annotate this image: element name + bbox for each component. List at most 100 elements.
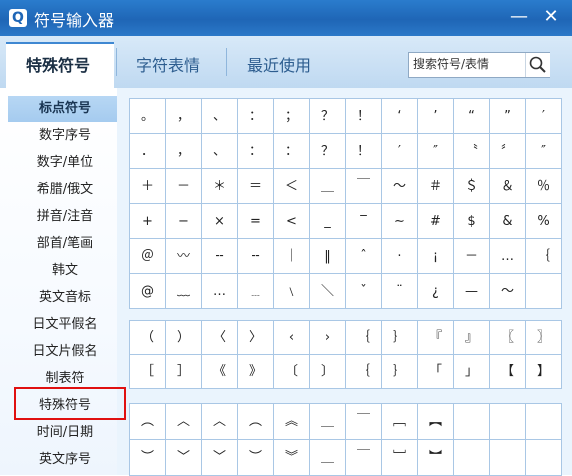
symbol-cell[interactable]: — xyxy=(454,274,490,309)
symbol-cell[interactable]: ﹀ xyxy=(166,440,202,476)
symbol-cell[interactable]: ︵ xyxy=(130,404,166,440)
symbol-cell[interactable]: ＠ xyxy=(130,239,166,274)
symbol-cell[interactable]: ？ xyxy=(310,134,346,169)
symbol-cell[interactable]: 〖 xyxy=(490,321,526,355)
symbol-cell[interactable]: 、 xyxy=(202,134,238,169)
sidebar-item[interactable]: 英文序号 xyxy=(8,447,122,473)
symbol-cell[interactable]: ＿ xyxy=(310,440,346,476)
symbol-cell[interactable]: ％ xyxy=(526,169,562,204)
symbol-cell[interactable]: @ xyxy=(130,274,166,309)
symbol-cell[interactable]: 】 xyxy=(526,355,562,389)
symbol-cell[interactable]: 【 xyxy=(490,355,526,389)
symbol-cell[interactable]: 〜 xyxy=(490,274,526,309)
symbol-cell[interactable]: 《 xyxy=(202,355,238,389)
symbol-cell[interactable]: 〞 xyxy=(490,134,526,169)
symbol-cell[interactable]: 〝 xyxy=(454,134,490,169)
symbol-cell[interactable] xyxy=(526,404,562,440)
symbol-cell[interactable]: ﹏ xyxy=(166,274,202,309)
close-button[interactable]: ✕ xyxy=(540,6,562,28)
symbol-cell[interactable]: 。 xyxy=(130,99,166,134)
symbol-cell[interactable]: ︶ xyxy=(238,440,274,476)
symbol-cell[interactable]: ＿ xyxy=(310,404,346,440)
minimize-button[interactable]: — xyxy=(508,6,530,28)
symbol-cell[interactable]: ＜ xyxy=(274,169,310,204)
symbol-cell[interactable]: ︻ xyxy=(418,404,454,440)
symbol-cell[interactable]: ″ xyxy=(418,134,454,169)
symbol-cell[interactable] xyxy=(526,440,562,476)
symbol-cell[interactable]: ˆ xyxy=(346,239,382,274)
symbol-cell[interactable]: ‹ xyxy=(274,321,310,355)
symbol-cell[interactable]: _ xyxy=(310,204,346,239)
symbol-cell[interactable]: ¨ xyxy=(382,274,418,309)
symbol-cell[interactable]: － xyxy=(166,169,202,204)
symbol-cell[interactable]: ╌ xyxy=(202,239,238,274)
symbol-cell[interactable]: ， xyxy=(166,99,202,134)
symbol-cell[interactable] xyxy=(454,404,490,440)
symbol-cell[interactable]: ‖ xyxy=(310,239,346,274)
symbol-cell[interactable]: 『 xyxy=(418,321,454,355)
symbol-cell[interactable]: ′ xyxy=(526,99,562,134)
symbol-cell[interactable]: － xyxy=(454,239,490,274)
tab-special-symbols[interactable]: 特殊符号 xyxy=(26,52,90,76)
symbol-cell[interactable]: ｝ xyxy=(382,321,418,355)
symbol-cell[interactable]: ＿ xyxy=(310,169,346,204)
symbol-cell[interactable]: ＝ xyxy=(238,169,274,204)
symbol-cell[interactable]: ︾ xyxy=(274,440,310,476)
symbol-cell[interactable]: ！ xyxy=(346,99,382,134)
tab-recent[interactable]: 最近使用 xyxy=(247,52,311,76)
search-button[interactable] xyxy=(525,53,550,77)
symbol-cell[interactable]: … xyxy=(490,239,526,274)
search-input[interactable] xyxy=(409,53,527,75)
symbol-cell[interactable]: ｛ xyxy=(346,321,382,355)
symbol-cell[interactable]: ］ xyxy=(166,355,202,389)
symbol-cell[interactable]: ￣ xyxy=(346,440,382,476)
sidebar-item[interactable]: 希腊/俄文 xyxy=(8,177,122,203)
symbol-cell[interactable]: ﹇ xyxy=(382,404,418,440)
symbol-cell[interactable]: 、 xyxy=(202,99,238,134)
sidebar-item[interactable]: 数字/单位 xyxy=(8,150,122,176)
symbol-cell[interactable]: ［ xyxy=(130,355,166,389)
symbol-cell[interactable]: ‘ xyxy=(382,99,418,134)
symbol-cell[interactable]: ＆ xyxy=(490,169,526,204)
symbol-cell[interactable]: 〉 xyxy=(238,321,274,355)
symbol-cell[interactable]: = xyxy=(238,204,274,239)
sidebar-item[interactable]: 韩文 xyxy=(8,258,122,284)
symbol-cell[interactable]: ： xyxy=(238,99,274,134)
symbol-cell[interactable]: ︽ xyxy=(274,404,310,440)
symbol-cell[interactable]: ＋ xyxy=(130,169,166,204)
symbol-cell[interactable] xyxy=(490,440,526,476)
symbol-cell[interactable]: ″ xyxy=(526,134,562,169)
symbol-cell[interactable]: $ xyxy=(454,204,490,239)
symbol-cell[interactable]: 〗 xyxy=(526,321,562,355)
symbol-cell[interactable]: ＊ xyxy=(202,169,238,204)
symbol-cell[interactable]: ∼ xyxy=(382,204,418,239)
symbol-cell[interactable] xyxy=(490,404,526,440)
symbol-cell[interactable]: ： xyxy=(274,134,310,169)
symbol-cell[interactable]: ｛ xyxy=(346,355,382,389)
symbol-cell[interactable]: › xyxy=(310,321,346,355)
symbol-cell[interactable]: “ xyxy=(454,99,490,134)
symbol-cell[interactable]: + xyxy=(130,204,166,239)
symbol-cell[interactable] xyxy=(454,440,490,476)
symbol-cell[interactable]: % xyxy=(526,204,562,239)
symbol-cell[interactable]: ． xyxy=(130,134,166,169)
symbol-cell[interactable]: × xyxy=(202,204,238,239)
sidebar-item[interactable]: 日文平假名 xyxy=(8,312,122,338)
sidebar-item[interactable]: 数字序号 xyxy=(8,123,122,149)
symbol-cell[interactable]: · xyxy=(382,239,418,274)
symbol-cell[interactable]: ′ xyxy=(382,134,418,169)
symbol-cell[interactable]: ！ xyxy=(346,134,382,169)
symbol-cell[interactable]: − xyxy=(166,204,202,239)
symbol-cell[interactable]: ， xyxy=(166,134,202,169)
symbol-cell[interactable]: ╌ xyxy=(238,239,274,274)
symbol-cell[interactable]: ︵ xyxy=(238,404,274,440)
sidebar-item[interactable]: 英文音标 xyxy=(8,285,122,311)
symbol-cell[interactable] xyxy=(526,274,562,309)
symbol-cell[interactable]: ︶ xyxy=(130,440,166,476)
symbol-cell[interactable]: ？ xyxy=(310,99,346,134)
symbol-cell[interactable]: 〕 xyxy=(310,355,346,389)
symbol-cell[interactable]: ｜ xyxy=(274,239,310,274)
symbol-cell[interactable]: ￣ xyxy=(346,404,382,440)
symbol-cell[interactable]: ” xyxy=(490,99,526,134)
symbol-cell[interactable]: ﹀ xyxy=(202,440,238,476)
